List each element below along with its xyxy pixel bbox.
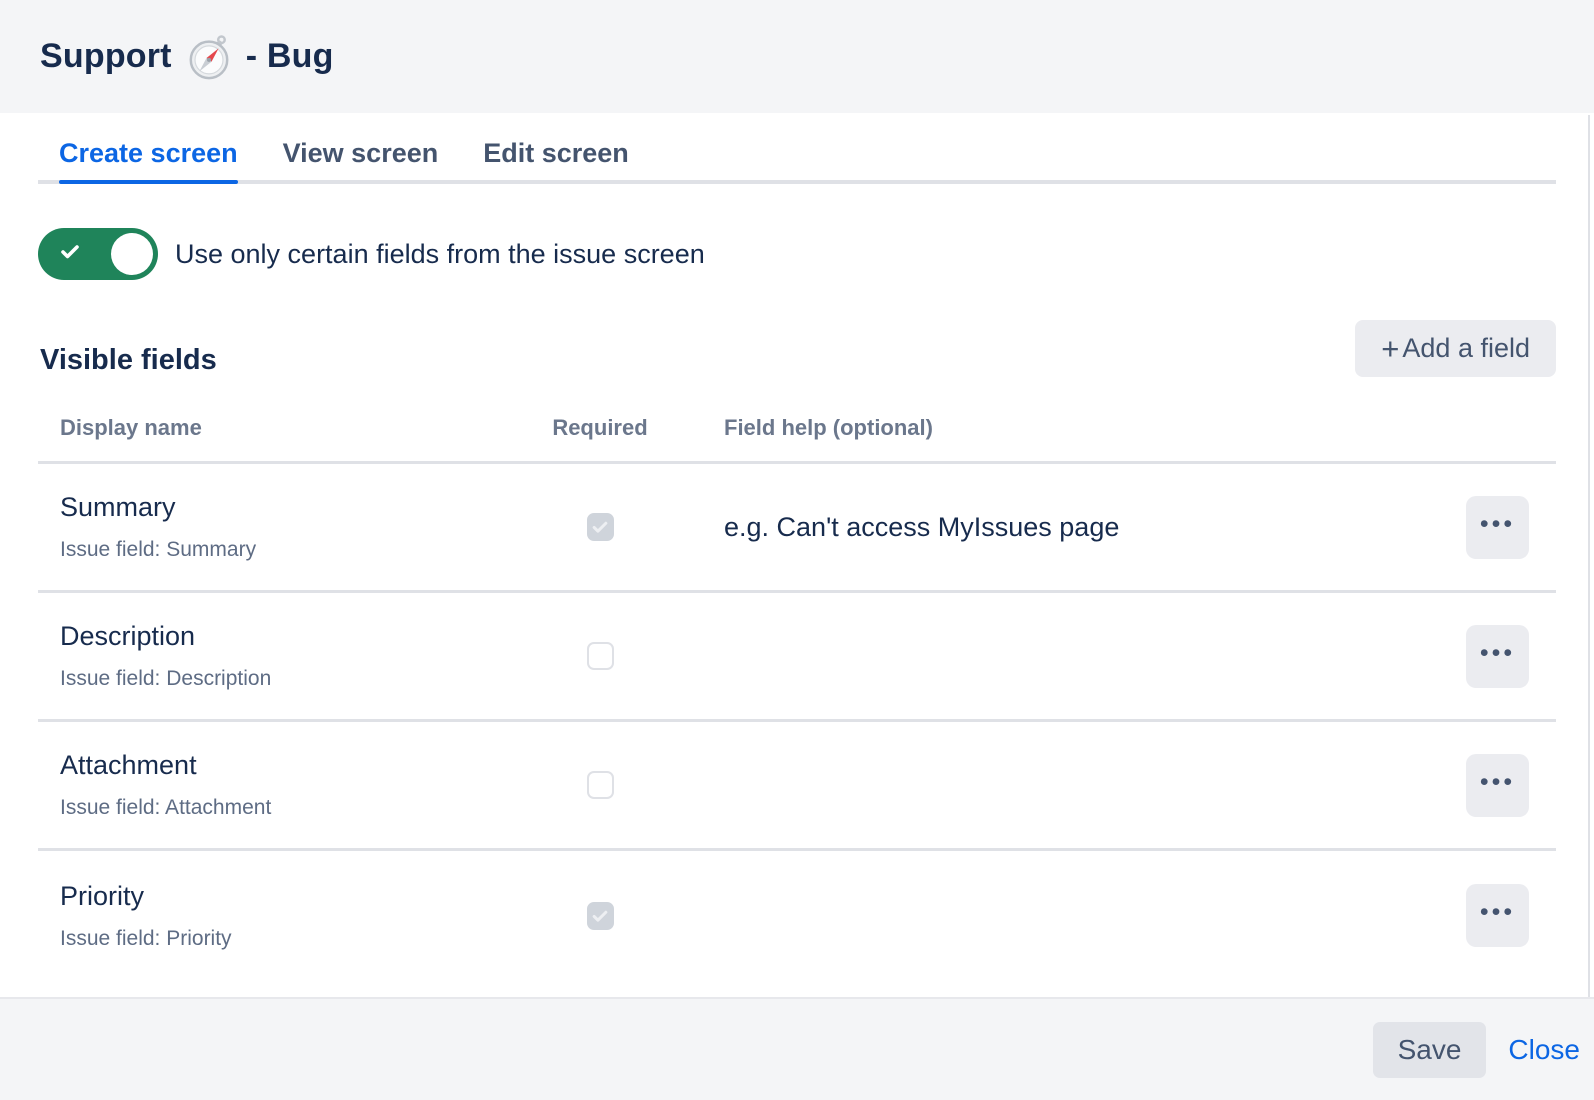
row-more-actions-button[interactable]: ••• [1466,496,1529,559]
tab-edit-screen[interactable]: Edit screen [483,138,629,180]
field-issue-field: Issue field: Attachment [60,796,548,820]
table-header-row: Display name Required Field help (option… [38,415,1556,464]
required-cell [548,513,652,541]
modal-footer: Save Close [0,997,1594,1100]
toggle-label: Use only certain fields from the issue s… [175,237,705,271]
required-checkbox[interactable] [587,771,614,799]
required-checkbox[interactable] [587,902,614,930]
project-name: Support [40,37,172,76]
row-more-actions-button[interactable]: ••• [1466,884,1529,947]
column-header-required: Required [548,415,652,441]
column-header-display-name: Display name [60,415,548,441]
row-more-actions-button[interactable]: ••• [1466,754,1529,817]
ellipsis-icon: ••• [1480,900,1515,925]
toggle-knob [111,233,153,275]
modal-content: Create screen View screen Edit screen Us… [0,113,1594,980]
ellipsis-icon: ••• [1480,641,1515,666]
issue-type-name: - Bug [246,37,334,76]
field-name-cell: Summary Issue field: Summary [60,492,548,562]
plus-icon: + [1381,333,1399,364]
content-right-divider [1588,115,1590,998]
field-issue-field: Issue field: Description [60,667,548,691]
field-display-name: Attachment [60,750,548,780]
certain-fields-toggle-row: Use only certain fields from the issue s… [38,228,1556,280]
screen-tabs: Create screen View screen Edit screen [38,113,1556,184]
required-cell [548,642,652,670]
required-cell [548,902,652,930]
visible-fields-table: Display name Required Field help (option… [38,415,1556,980]
required-cell [548,771,652,799]
column-header-actions [1466,415,1530,441]
table-row: Description Issue field: Description ••• [38,593,1556,722]
visible-fields-section-header: Visible fields + Add a field [38,320,1556,377]
field-issue-field: Issue field: Summary [60,538,548,562]
row-more-actions-button[interactable]: ••• [1466,625,1529,688]
modal-header: Support - Bug [0,0,1594,113]
close-link[interactable]: Close [1508,1034,1580,1066]
table-row: Priority Issue field: Priority ••• [38,851,1556,980]
toggle-check-icon [58,240,82,269]
ellipsis-icon: ••• [1480,770,1515,795]
field-issue-field: Issue field: Priority [60,927,548,951]
tab-view-screen[interactable]: View screen [283,138,439,180]
field-name-cell: Priority Issue field: Priority [60,881,548,951]
column-header-field-help: Field help (optional) [652,415,1466,441]
field-display-name: Summary [60,492,548,522]
tab-create-screen[interactable]: Create screen [59,138,238,180]
required-checkbox[interactable] [587,513,614,541]
table-row: Summary Issue field: Summary e.g. Can't … [38,464,1556,593]
field-display-name: Description [60,621,548,651]
visible-fields-heading: Visible fields [38,344,217,377]
required-checkbox[interactable] [587,642,614,670]
field-help-text: e.g. Can't access MyIssues page [652,512,1466,543]
compass-icon [186,34,232,80]
add-field-button[interactable]: + Add a field [1355,320,1556,377]
ellipsis-icon: ••• [1480,512,1515,537]
save-button[interactable]: Save [1373,1022,1487,1078]
field-name-cell: Attachment Issue field: Attachment [60,750,548,820]
table-row: Attachment Issue field: Attachment ••• [38,722,1556,851]
page-title: Support - Bug [40,34,334,80]
use-certain-fields-toggle[interactable] [38,228,158,280]
add-field-button-label: Add a field [1402,333,1530,364]
field-display-name: Priority [60,881,548,911]
field-name-cell: Description Issue field: Description [60,621,548,691]
